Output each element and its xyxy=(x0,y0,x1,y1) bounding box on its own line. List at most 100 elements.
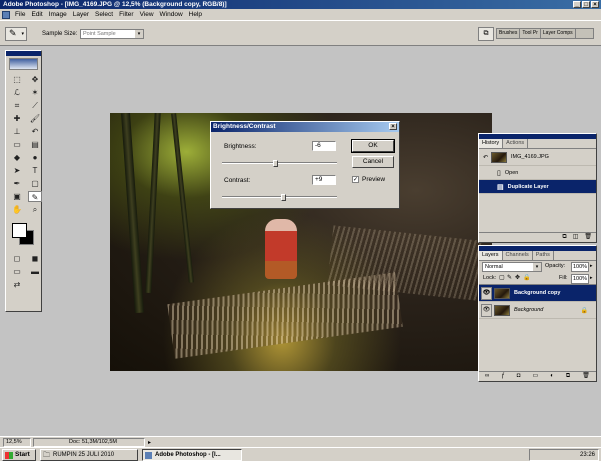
layer-row-background[interactable]: 👁 Background 🔒 xyxy=(479,302,596,319)
tab-paths[interactable]: Paths xyxy=(533,251,554,260)
pen-tool-icon[interactable]: ✒ xyxy=(10,178,24,189)
sample-size-select[interactable]: Point Sample ▾ xyxy=(80,29,144,39)
path-selection-tool-icon[interactable]: ➤ xyxy=(10,165,24,176)
tool-preset-picker[interactable]: ✎ ▾ xyxy=(5,27,27,41)
photoshop-app-icon[interactable] xyxy=(2,10,10,19)
trash-icon[interactable]: 🗑 xyxy=(582,372,590,381)
tab-layers[interactable]: Layers xyxy=(479,251,503,260)
lock-all-icon[interactable]: 🔒 xyxy=(523,274,530,281)
blend-mode-select[interactable]: Normal ▾ xyxy=(482,262,542,272)
menu-edit[interactable]: Edit xyxy=(28,11,45,18)
hand-tool-icon[interactable]: ✋ xyxy=(10,204,24,215)
quick-mask-mode-icon[interactable]: ◼ xyxy=(28,253,42,264)
blur-tool-icon[interactable]: ◆ xyxy=(10,152,24,163)
slice-tool-icon[interactable]: ⟋ xyxy=(28,100,42,111)
eraser-tool-icon[interactable]: ▭ xyxy=(10,139,24,150)
menu-help[interactable]: Help xyxy=(186,11,205,18)
brightness-label: Brightness: xyxy=(224,143,257,150)
cancel-button[interactable]: Cancel xyxy=(352,156,394,168)
jump-to-imageready-icon[interactable]: ⇄ xyxy=(10,279,24,290)
opacity-input[interactable]: 100% xyxy=(571,262,589,272)
layer-name: Background copy xyxy=(514,290,561,296)
menu-window[interactable]: Window xyxy=(157,11,186,18)
well-tab-layer-comps[interactable]: Layer Comps xyxy=(541,29,576,38)
healing-brush-tool-icon[interactable]: ✚ xyxy=(10,113,24,124)
lock-label: Lock: xyxy=(483,275,497,281)
trash-icon[interactable]: 🗑 xyxy=(584,233,592,242)
history-state-duplicate-layer[interactable]: ▤ Duplicate Layer xyxy=(479,180,596,194)
eye-icon[interactable]: 👁 xyxy=(481,286,492,300)
adobe-online-logo[interactable] xyxy=(9,58,38,70)
menu-file[interactable]: File xyxy=(12,11,28,18)
contrast-slider-thumb[interactable] xyxy=(281,194,287,201)
tab-history[interactable]: History xyxy=(479,139,504,148)
crop-tool-icon[interactable]: ⌗ xyxy=(10,100,24,111)
layer-row-background-copy[interactable]: 👁 Background copy xyxy=(479,285,596,302)
notes-tool-icon[interactable]: ▣ xyxy=(10,191,24,202)
zoom-tool-icon[interactable]: ⌕ xyxy=(28,204,42,215)
toolbox-grip[interactable] xyxy=(6,51,41,56)
move-tool-icon[interactable]: ✥ xyxy=(28,74,42,85)
taskbar-item-photoshop[interactable]: Adobe Photoshop - [I... xyxy=(142,449,242,461)
layer-style-icon[interactable]: ƒ xyxy=(501,372,504,381)
full-screen-mode-icon[interactable]: ▬ xyxy=(28,266,42,277)
zoom-level-field[interactable]: 12,5% xyxy=(3,438,31,447)
foreground-color-swatch[interactable] xyxy=(12,223,27,238)
menu-layer[interactable]: Layer xyxy=(70,11,92,18)
maximize-button[interactable]: □ xyxy=(582,1,590,8)
chevron-right-icon[interactable]: ▸ xyxy=(590,263,593,269)
menu-image[interactable]: Image xyxy=(46,11,70,18)
magic-wand-tool-icon[interactable]: ✶ xyxy=(28,87,42,98)
menu-filter[interactable]: Filter xyxy=(116,11,136,18)
history-snapshot[interactable]: ↶ IMG_4169.JPG xyxy=(479,149,596,166)
layer-mask-icon[interactable]: ◘ xyxy=(517,372,521,381)
dodge-tool-icon[interactable]: ● xyxy=(28,152,42,163)
standard-mode-icon[interactable]: ◻ xyxy=(10,253,24,264)
tab-channels[interactable]: Channels xyxy=(503,251,533,260)
close-button[interactable]: × xyxy=(591,1,599,8)
brightness-slider-thumb[interactable] xyxy=(273,160,279,167)
brightness-slider-track[interactable] xyxy=(222,162,337,164)
dialog-close-button[interactable]: × xyxy=(389,123,397,130)
fill-input[interactable]: 100% xyxy=(571,274,589,284)
screen-mode-icon[interactable]: ▭ xyxy=(10,266,24,277)
lock-transparent-icon[interactable]: ▢ xyxy=(499,274,505,281)
lock-position-icon[interactable]: ✥ xyxy=(515,274,520,281)
new-snapshot-icon[interactable]: ◫ xyxy=(573,233,579,242)
dialog-title-bar[interactable]: Brightness/Contrast × xyxy=(211,122,399,132)
taskbar-item-folder[interactable]: 🗀 RUMPIN 25 JULI 2010 xyxy=(40,449,138,461)
adjustment-layer-icon[interactable]: ◐ xyxy=(550,372,554,381)
start-button[interactable]: Start xyxy=(2,449,36,461)
preview-checkbox[interactable]: ✓ xyxy=(352,176,359,183)
ok-button[interactable]: OK xyxy=(351,139,395,153)
contrast-slider-track[interactable] xyxy=(222,196,337,198)
lasso-tool-icon[interactable]: ℒ xyxy=(10,87,24,98)
brightness-input[interactable]: -6 xyxy=(312,141,336,151)
lock-image-icon[interactable]: ✎ xyxy=(507,274,512,281)
marquee-tool-icon[interactable]: ⬚ xyxy=(10,74,24,85)
minimize-button[interactable]: _ xyxy=(573,1,581,8)
eyedropper-tool-icon[interactable]: ✎ xyxy=(28,191,42,202)
well-tab-brushes[interactable]: Brushes xyxy=(497,29,521,38)
menu-view[interactable]: View xyxy=(137,11,157,18)
link-layers-icon[interactable]: ∞ xyxy=(485,372,489,381)
clone-stamp-tool-icon[interactable]: ⊥ xyxy=(10,126,24,137)
history-state-open[interactable]: ▯ Open xyxy=(479,166,596,180)
menu-select[interactable]: Select xyxy=(92,11,116,18)
panel-grip[interactable] xyxy=(479,246,596,251)
type-tool-icon[interactable]: T xyxy=(28,165,42,176)
well-tab-tool-presets[interactable]: Tool Pr xyxy=(520,29,541,38)
new-document-icon[interactable]: ⧉ xyxy=(562,233,566,242)
brush-tool-icon[interactable]: 🖌 xyxy=(28,113,42,124)
gradient-tool-icon[interactable]: ▤ xyxy=(28,139,42,150)
history-brush-tool-icon[interactable]: ↶ xyxy=(28,126,42,137)
toggle-palette-well-button[interactable]: ⧉ xyxy=(478,27,494,41)
layer-set-icon[interactable]: ▭ xyxy=(532,372,538,381)
new-layer-icon[interactable]: ⧉ xyxy=(566,372,570,381)
shape-tool-icon[interactable]: ▢ xyxy=(28,178,42,189)
chevron-right-icon[interactable]: ▸ xyxy=(590,275,593,281)
panel-grip[interactable] xyxy=(479,134,596,139)
eye-icon[interactable]: 👁 xyxy=(481,303,492,317)
contrast-input[interactable]: +9 xyxy=(312,175,336,185)
tab-actions[interactable]: Actions xyxy=(503,139,529,148)
